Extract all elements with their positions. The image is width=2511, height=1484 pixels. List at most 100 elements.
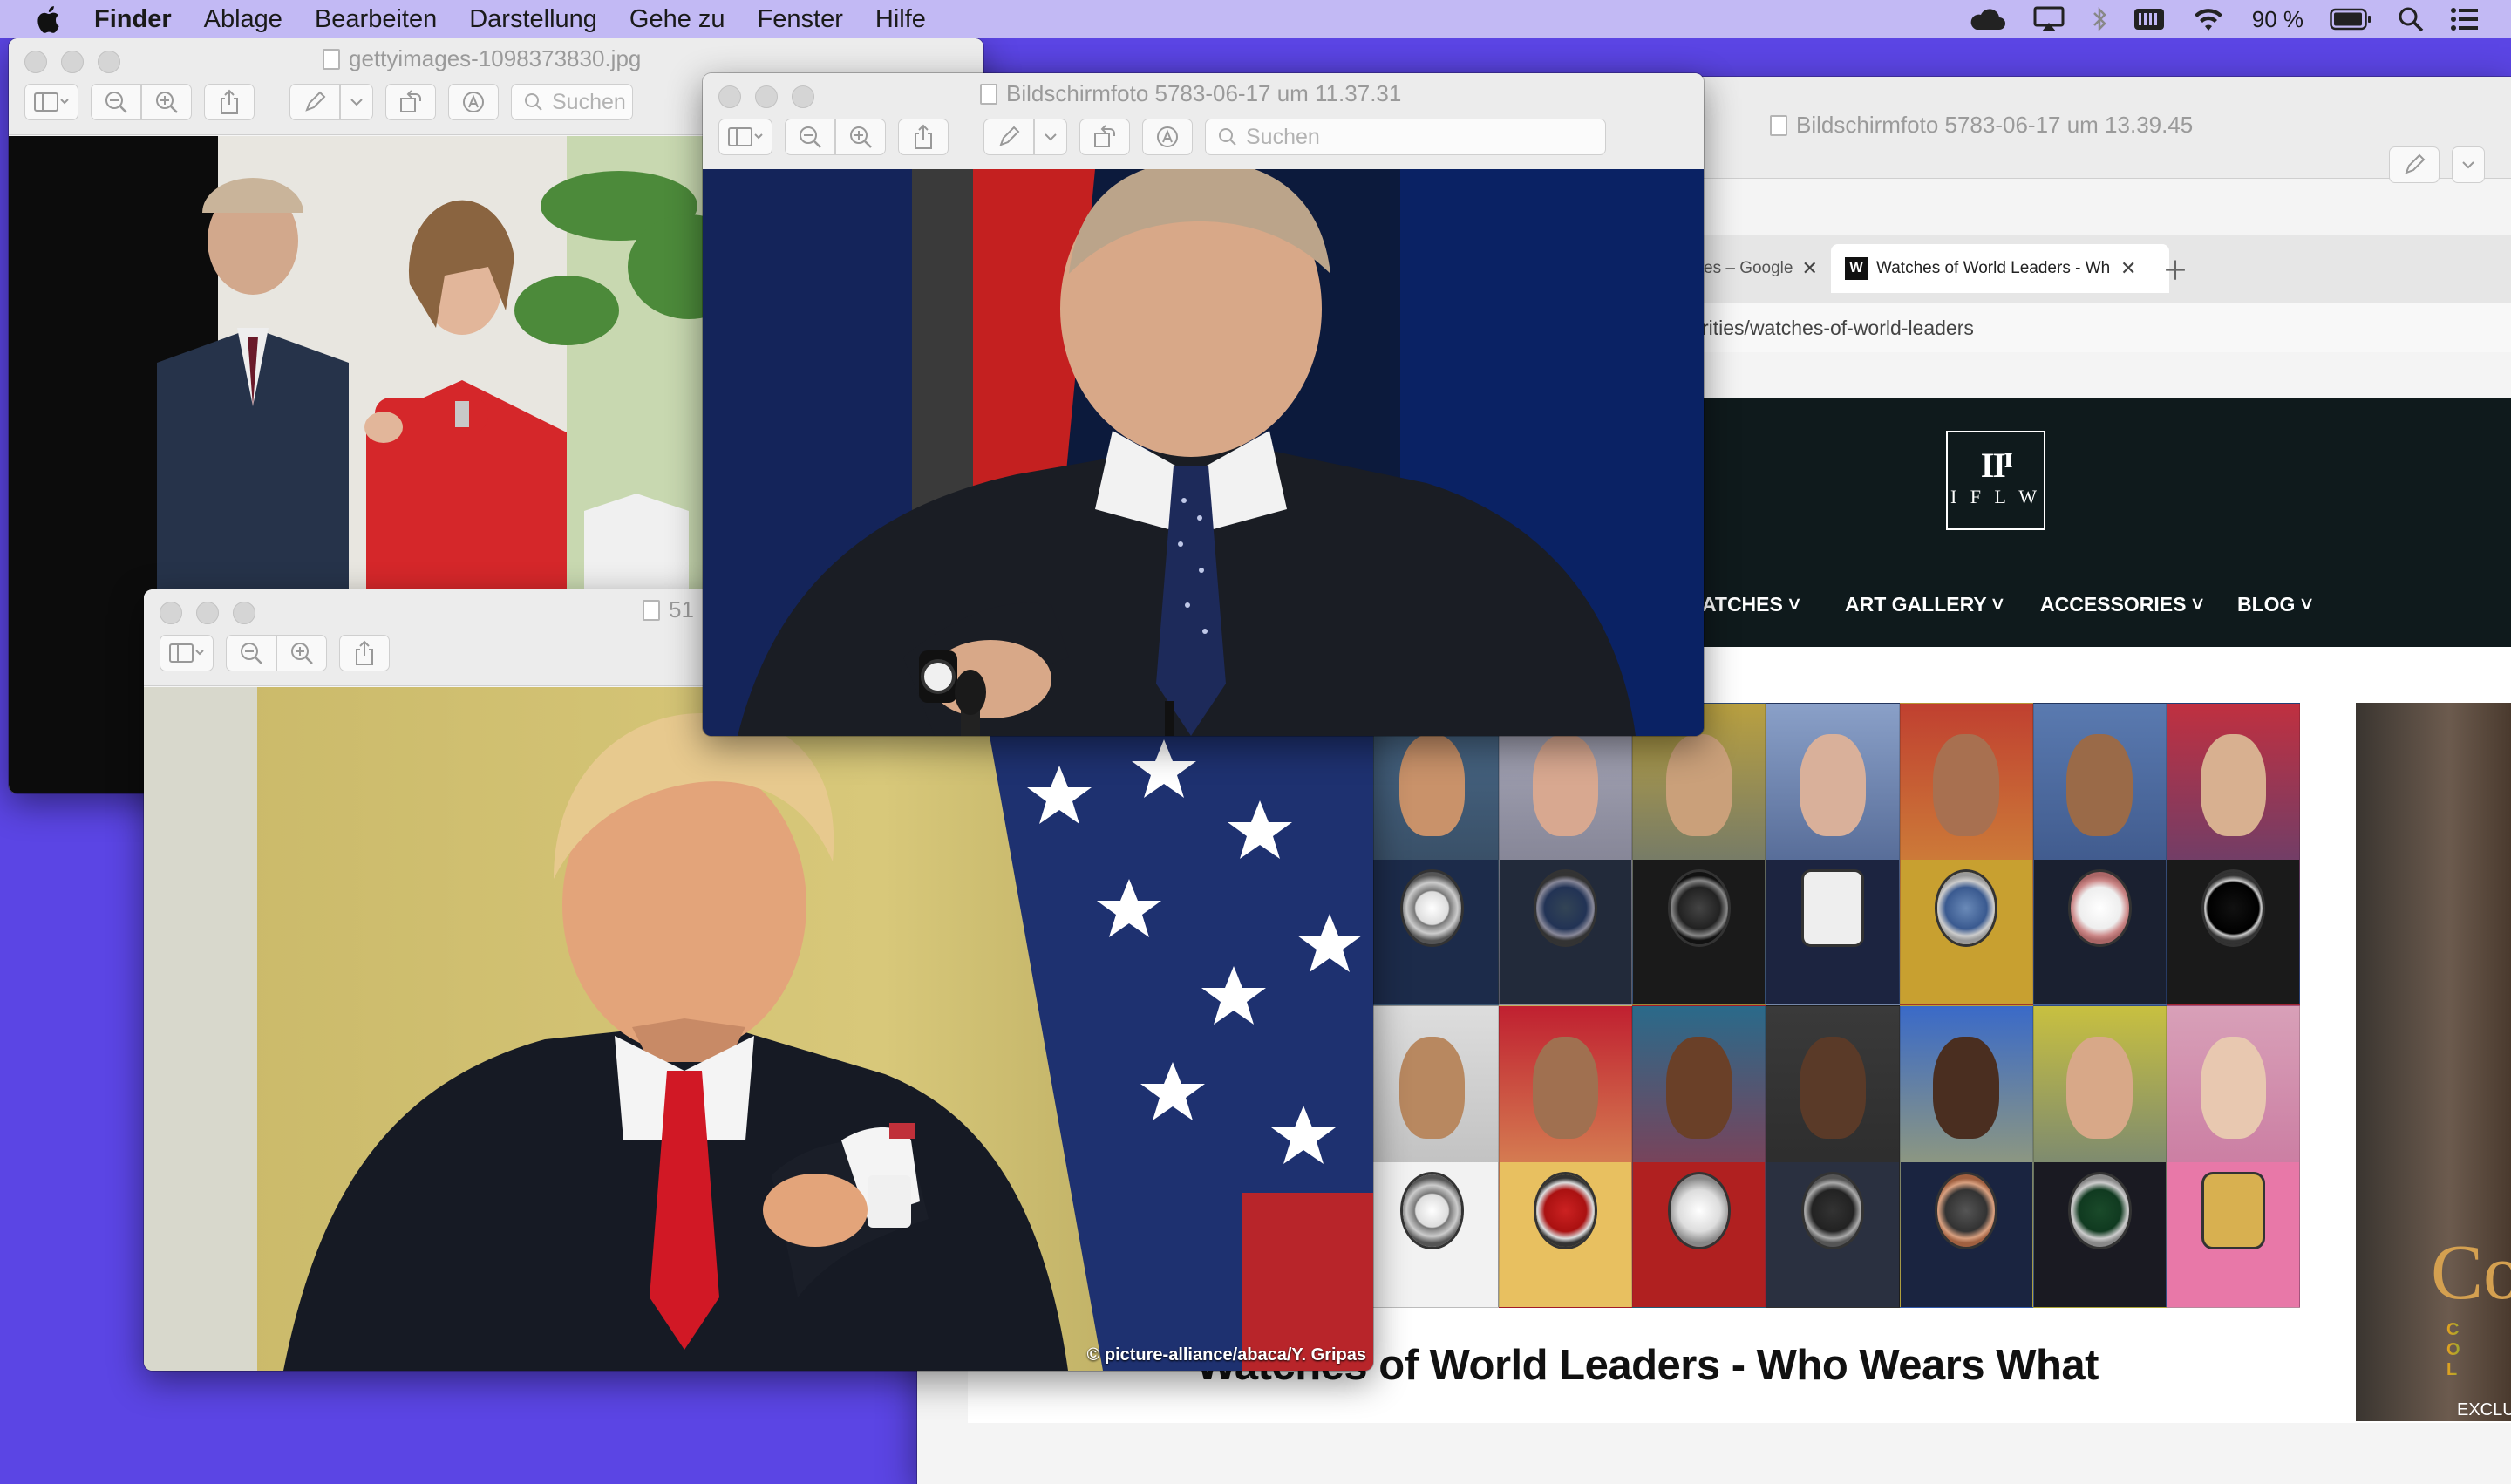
zoom-out-button[interactable] [226,635,276,671]
markup-dropdown-button[interactable] [2452,146,2485,183]
putin-search-field[interactable]: Suchen [1205,119,1606,155]
menu-bearbeiten[interactable]: Bearbeiten [315,5,437,34]
leader-photo[interactable] [1899,703,2033,1005]
side-ad-colors-text: C O L [2446,1320,2511,1380]
tab-watches-of-world-leaders[interactable]: W Watches of World Leaders - Wh ✕ [1831,244,2169,293]
leader-photo[interactable] [1632,703,1766,1005]
leader-photo[interactable] [2032,703,2167,1005]
iflw-logo[interactable]: IIᴵ I F L W [1946,431,2045,530]
minimize-window-button[interactable] [755,85,778,108]
trump-photo: © picture-alliance/abaca/Y. Gripas [144,687,1373,1371]
share-button[interactable] [204,84,255,120]
markup-dropdown-button[interactable] [340,84,373,120]
pen-icon [999,126,1020,146]
zoom-in-button[interactable] [276,635,327,671]
sidebar-toggle-button[interactable] [718,119,772,155]
document-icon [323,48,340,70]
minimize-window-button[interactable] [196,602,219,624]
nav-art-gallery[interactable]: ART GALLERY ˅ [1845,593,2004,616]
battery-icon[interactable] [2330,8,2372,31]
annotate-button[interactable] [1142,119,1193,155]
leader-photo[interactable] [1899,1005,2033,1308]
zoom-window-button[interactable] [98,51,120,73]
tab-google[interactable]: es – Google ✕ [1704,244,1818,293]
leader-photo[interactable] [1499,703,1633,1005]
close-tab-icon[interactable]: ✕ [2120,257,2136,280]
zoom-out-icon [241,643,262,664]
browser-window-title: Bildschirmfoto 5783-06-17 um 13.39.45 [1796,112,2194,138]
rotate-button[interactable] [385,84,436,120]
apple-menu-icon[interactable] [35,4,61,34]
putin-window-title: Bildschirmfoto 5783-06-17 um 11.37.31 [1006,80,1402,106]
close-window-button[interactable] [24,51,47,73]
menu-fenster[interactable]: Fenster [758,5,843,34]
share-button[interactable] [339,635,390,671]
url-bar[interactable]: rities/watches-of-world-leaders [1702,303,2511,352]
rotate-button[interactable] [1079,119,1130,155]
markup-button[interactable] [983,119,1034,155]
markup-button[interactable] [2389,146,2440,183]
new-tab-button[interactable]: ＋ [2162,244,2188,293]
share-button[interactable] [898,119,949,155]
document-icon [643,599,660,621]
annotate-icon [1157,126,1178,147]
getty-search-placeholder: Suchen [552,89,626,114]
annotate-icon [463,92,484,112]
control-center-icon[interactable] [2450,7,2480,31]
zoom-in-icon [291,643,313,664]
document-icon [1770,114,1787,136]
menu-hilfe[interactable]: Hilfe [875,5,926,34]
keyboard-icon[interactable] [2133,7,2165,31]
nav-watches[interactable]: ATCHES ˅ [1702,593,1800,616]
nav-accessories[interactable]: ACCESSORIES ˅ [2040,593,2203,616]
markup-dropdown-button[interactable] [1034,119,1067,155]
leader-photo[interactable] [1632,1005,1766,1308]
zoom-in-button[interactable] [141,84,192,120]
leader-photo[interactable] [1766,703,1900,1005]
iflw-favicon-icon: W [1845,257,1868,280]
nav-blog[interactable]: BLOG ˅ [2237,593,2312,616]
getty-search-field[interactable]: Suchen [511,84,633,120]
leader-photo[interactable] [2166,1005,2300,1308]
bluetooth-icon[interactable] [2092,5,2107,33]
leader-photo[interactable] [1365,703,1500,1005]
zoom-window-button[interactable] [792,85,814,108]
side-watch-ad-image[interactable]: Co C O L EXCLU [2356,703,2511,1421]
menu-bar: Finder Ablage Bearbeiten Darstellung Geh… [0,0,2511,38]
pen-icon [305,91,326,112]
leader-photo[interactable] [2166,703,2300,1005]
close-tab-icon[interactable]: ✕ [1801,257,1817,280]
sidebar-icon [34,92,69,112]
markup-button[interactable] [289,84,340,120]
annotate-button[interactable] [448,84,499,120]
menu-darstellung[interactable]: Darstellung [469,5,597,34]
menu-gehe-zu[interactable]: Gehe zu [629,5,725,34]
preview-window-bildschirmfoto-1137[interactable]: Bildschirmfoto 5783-06-17 um 11.37.31 Su… [703,73,1704,736]
leader-photo[interactable] [1365,1005,1500,1308]
chevron-down-icon [1045,133,1057,141]
minimize-window-button[interactable] [61,51,84,73]
tab-google-label: es – Google [1704,259,1793,277]
leader-photo[interactable] [1766,1005,1900,1308]
airplay-icon[interactable] [2032,5,2065,33]
zoom-in-button[interactable] [835,119,886,155]
document-icon [980,83,997,105]
zoom-window-button[interactable] [233,602,255,624]
sidebar-toggle-button[interactable] [24,84,78,120]
share-icon [221,89,238,114]
menu-ablage[interactable]: Ablage [204,5,282,34]
spotlight-search-icon[interactable] [2398,6,2424,32]
leader-photo[interactable] [2032,1005,2167,1308]
putin-window-titlebar[interactable]: Bildschirmfoto 5783-06-17 um 11.37.31 Su… [703,73,1704,170]
zoom-out-button[interactable] [91,84,141,120]
menu-app-finder[interactable]: Finder [94,5,172,34]
leader-photo[interactable] [1499,1005,1633,1308]
close-window-button[interactable] [718,85,741,108]
leaders-watch-grid [1365,703,2300,1308]
zoom-out-button[interactable] [785,119,835,155]
icloud-icon[interactable] [1968,7,2006,31]
close-window-button[interactable] [160,602,182,624]
rotate-icon [1094,125,1115,147]
sidebar-toggle-button[interactable] [160,635,214,671]
wifi-icon[interactable] [2191,6,2226,32]
